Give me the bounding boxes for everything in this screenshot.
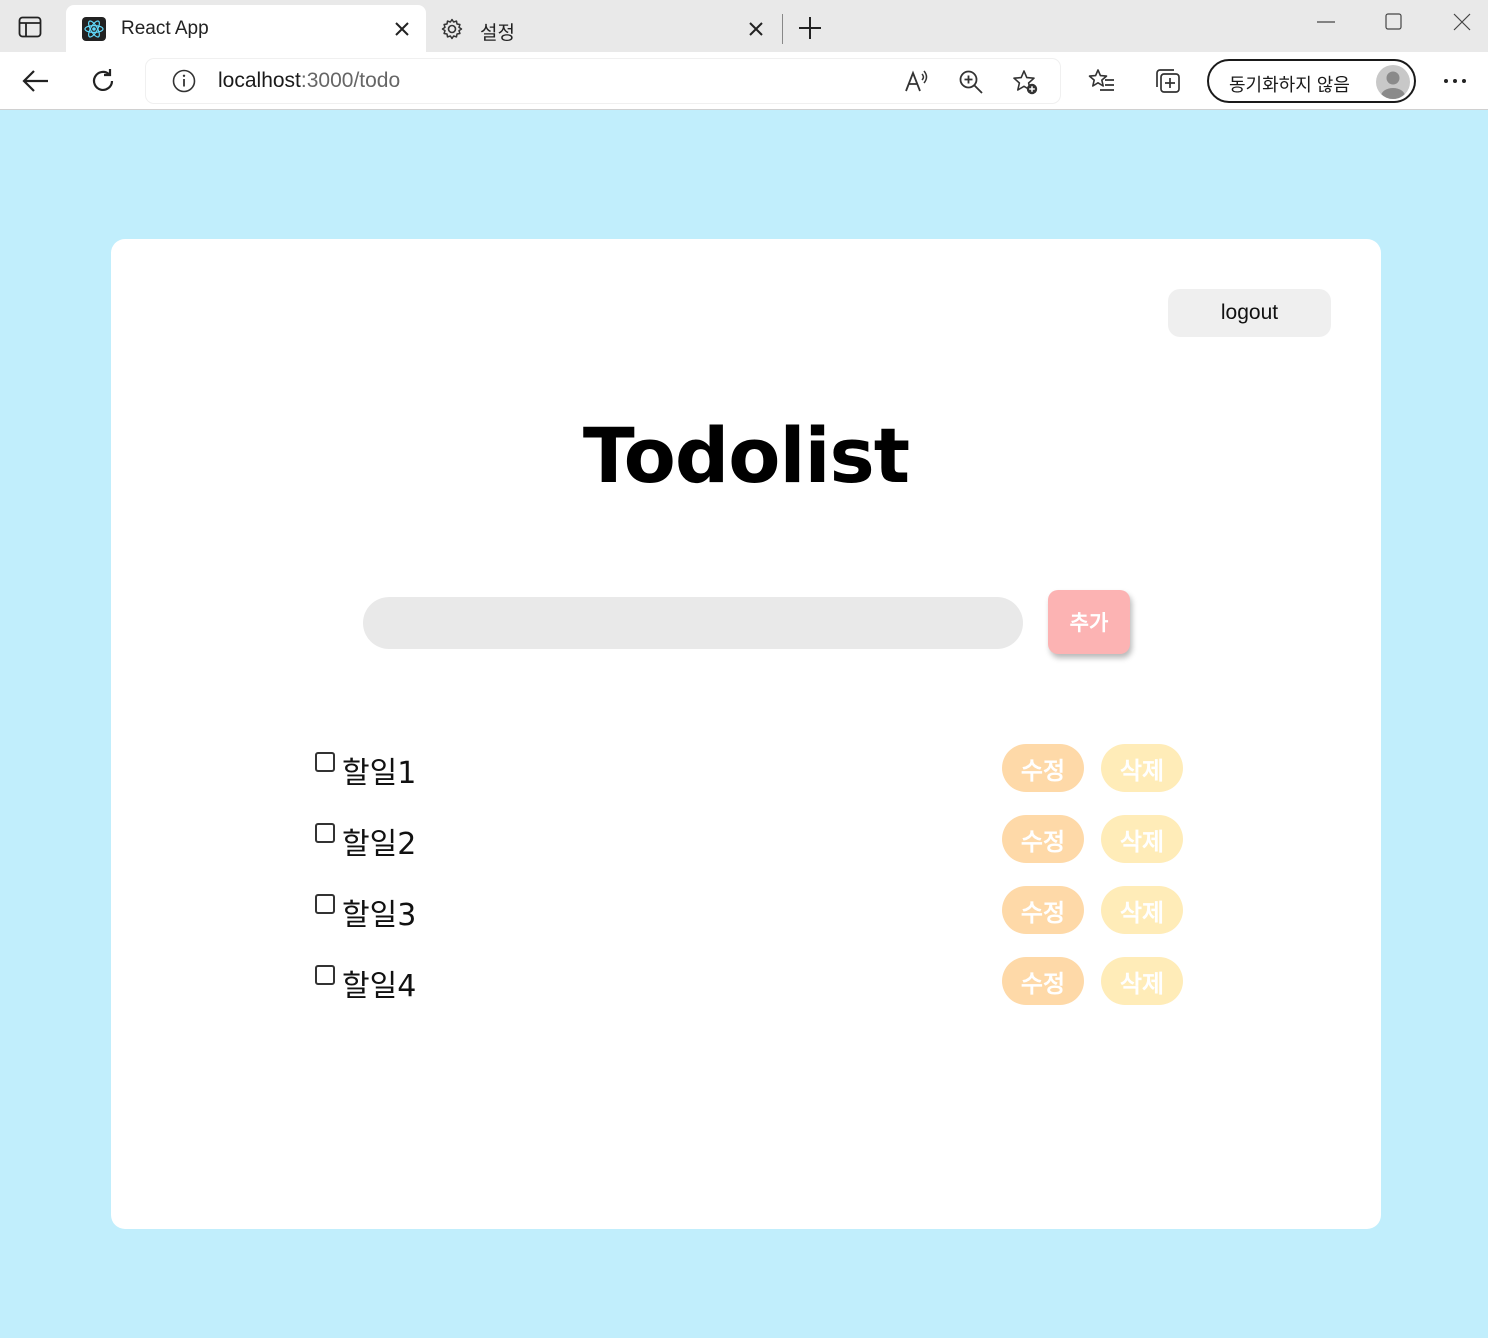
todo-checkbox[interactable]	[315, 752, 335, 772]
url-text[interactable]: localhost:3000/todo	[218, 69, 400, 93]
add-button[interactable]: 추가	[1048, 590, 1130, 654]
close-tab-icon[interactable]	[392, 19, 412, 39]
tab-react-app[interactable]: React App	[66, 5, 426, 52]
add-favorite-icon[interactable]	[1012, 69, 1038, 95]
todo-item: 할일1 수정 삭제	[111, 744, 1381, 794]
edit-button[interactable]: 수정	[1002, 815, 1084, 863]
todo-text: 할일4	[342, 969, 417, 1004]
page-title: Todolist	[582, 411, 910, 500]
gear-icon	[441, 18, 463, 40]
profile-button[interactable]: 동기화하지 않음	[1207, 59, 1416, 103]
close-tab-icon[interactable]	[746, 19, 766, 39]
todo-input[interactable]	[363, 597, 1023, 649]
maximize-icon[interactable]	[1384, 12, 1404, 32]
tab-separator	[782, 14, 783, 44]
url-path: :3000/todo	[300, 69, 401, 92]
new-tab-plus-icon[interactable]	[798, 16, 822, 40]
todo-card: logout Todolist 추가 할일1 수정 삭제 할일2 수정 삭제 할…	[111, 239, 1381, 1229]
todo-checkbox[interactable]	[315, 965, 335, 985]
minimize-icon[interactable]	[1316, 12, 1336, 32]
todo-item: 할일2 수정 삭제	[111, 815, 1381, 865]
todo-item: 할일4 수정 삭제	[111, 957, 1381, 1007]
react-favicon-icon	[82, 17, 106, 41]
window-close-icon[interactable]	[1452, 12, 1472, 32]
todo-text: 할일3	[342, 898, 417, 933]
url-host: localhost	[218, 69, 301, 92]
site-info-icon[interactable]	[172, 69, 196, 93]
profile-sync-label: 동기화하지 않음	[1229, 75, 1350, 95]
logout-button[interactable]: logout	[1168, 289, 1331, 337]
more-options-icon[interactable]	[1441, 67, 1469, 95]
todo-item: 할일3 수정 삭제	[111, 886, 1381, 936]
tab-title: React App	[121, 18, 209, 39]
refresh-icon[interactable]	[89, 67, 117, 95]
todo-text: 할일2	[342, 827, 417, 862]
browser-toolbar: localhost:3000/todo 동기화하지 않음	[0, 52, 1488, 110]
edit-button[interactable]: 수정	[1002, 957, 1084, 1005]
tab-actions-icon[interactable]	[18, 16, 42, 38]
read-aloud-icon[interactable]	[904, 69, 930, 95]
todo-checkbox[interactable]	[315, 823, 335, 843]
tab-settings[interactable]: 설정	[428, 5, 780, 52]
tab-title: 설정	[480, 23, 515, 44]
favorites-icon[interactable]	[1088, 67, 1116, 95]
zoom-icon[interactable]	[958, 69, 984, 95]
delete-button[interactable]: 삭제	[1101, 886, 1183, 934]
todo-text: 할일1	[342, 756, 417, 791]
todo-checkbox[interactable]	[315, 894, 335, 914]
browser-tab-bar: React App 설정	[0, 0, 1488, 52]
back-arrow-icon[interactable]	[22, 67, 50, 95]
collections-icon[interactable]	[1154, 67, 1182, 95]
edit-button[interactable]: 수정	[1002, 886, 1084, 934]
edit-button[interactable]: 수정	[1002, 744, 1084, 792]
delete-button[interactable]: 삭제	[1101, 957, 1183, 1005]
delete-button[interactable]: 삭제	[1101, 815, 1183, 863]
avatar	[1376, 65, 1410, 99]
user-avatar-icon	[1381, 71, 1405, 99]
address-bar[interactable]: localhost:3000/todo	[146, 59, 1060, 103]
delete-button[interactable]: 삭제	[1101, 744, 1183, 792]
